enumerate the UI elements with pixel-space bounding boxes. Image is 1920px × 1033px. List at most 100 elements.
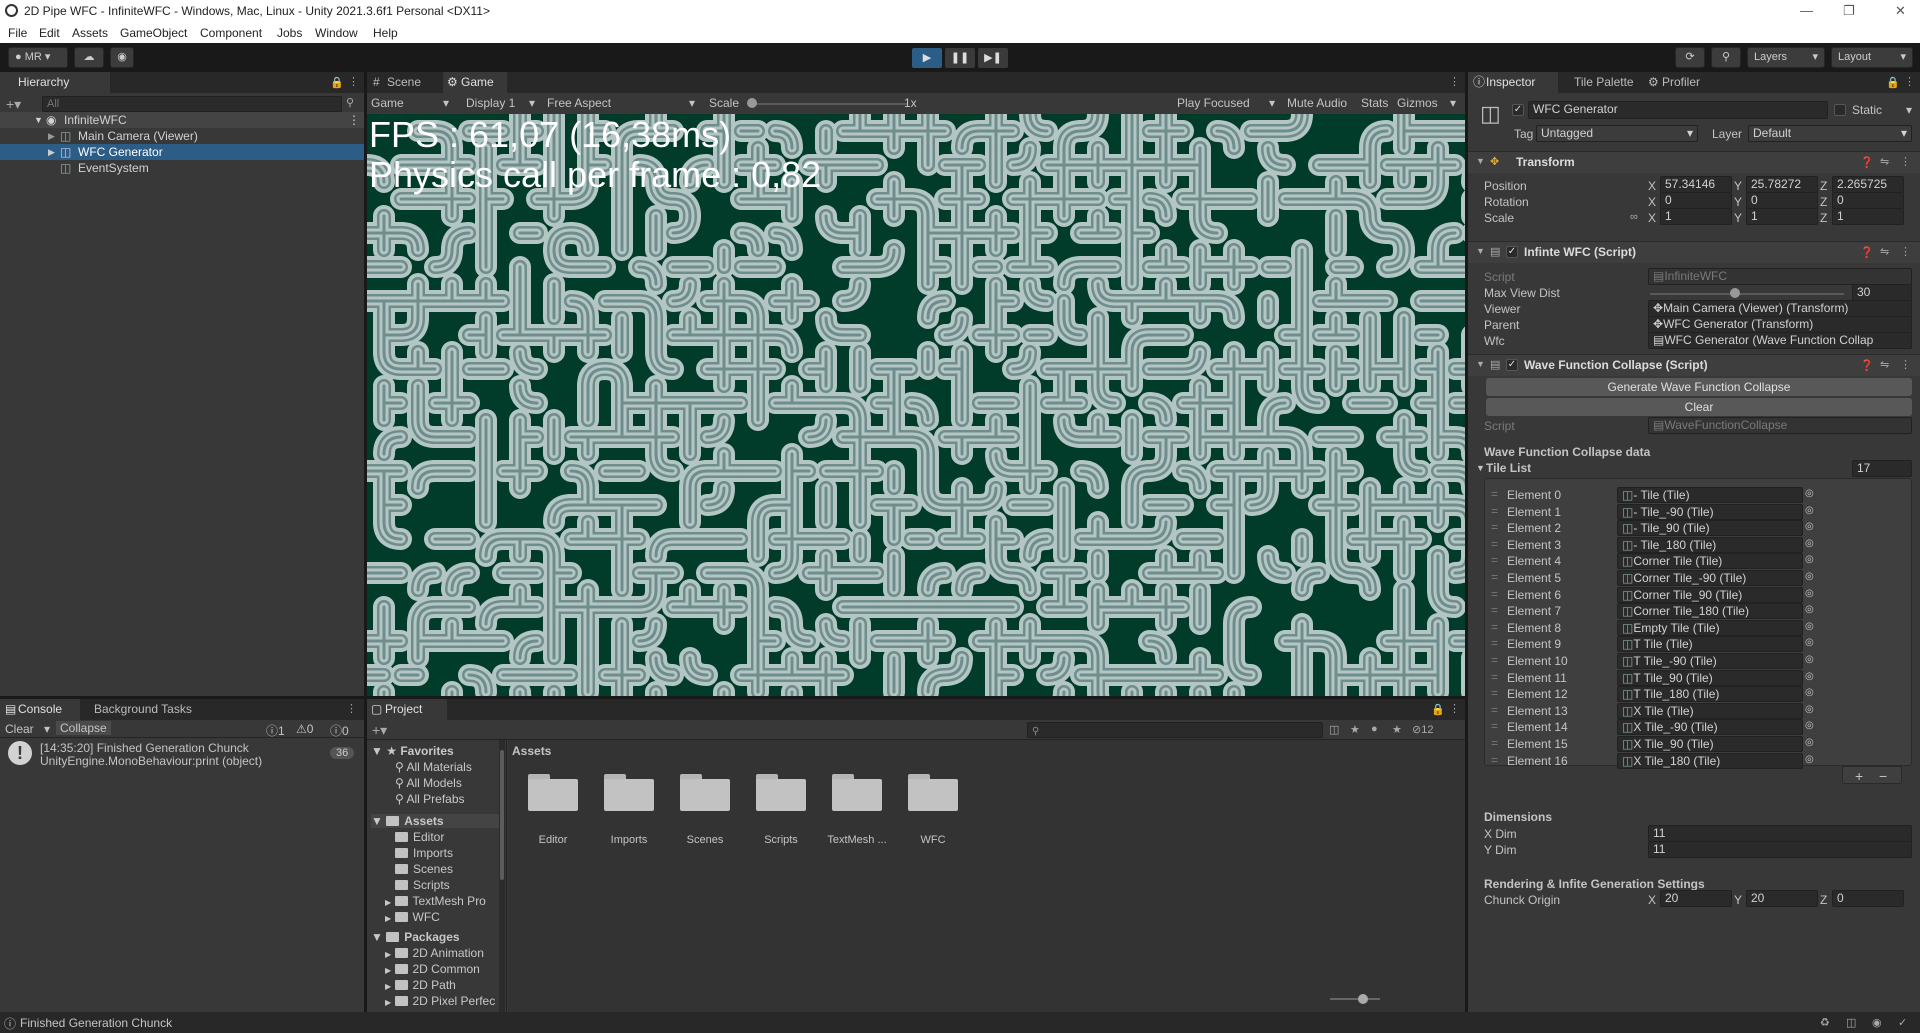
more-icon[interactable]: ⋮ (346, 702, 357, 715)
cloud-icon[interactable]: ☁ (74, 47, 104, 68)
tab-project[interactable]: ▢ Project (367, 699, 447, 720)
zoom-slider-thumb[interactable] (1358, 994, 1368, 1004)
preset-icon[interactable]: ⇋ (1880, 245, 1889, 258)
axis-z-label[interactable]: Z (1820, 893, 1827, 907)
axis-x-label[interactable]: X (1648, 893, 1656, 907)
object-picker-icon[interactable]: ◎ (1805, 621, 1814, 632)
error-count-toggle[interactable]: ⓘ0 (330, 722, 349, 739)
object-picker-icon[interactable]: ◎ (1805, 488, 1814, 499)
account-button[interactable]: ● MR ▾ (8, 47, 68, 68)
more-icon[interactable]: ⋮ (1449, 75, 1460, 88)
chevron-down-icon[interactable]: ▾ (689, 96, 695, 110)
expand-arrow-icon[interactable]: ▶ (385, 998, 391, 1007)
close-icon[interactable]: ✕ (1895, 3, 1906, 19)
object-picker-icon[interactable]: ◎ (1805, 654, 1814, 665)
search-options-icon[interactable]: ⚲ (346, 96, 354, 109)
tree-item[interactable]: ▶ 2D Pixel Perfec (385, 994, 495, 1008)
axis-z-label[interactable]: Z (1820, 211, 1827, 225)
collapse-arrow-icon[interactable]: ▼ (1476, 246, 1485, 256)
tab-inspector[interactable]: ⓘ Inspector (1468, 72, 1558, 93)
collab-icon[interactable]: ◉ (110, 47, 134, 68)
tree-item[interactable]: ▶ 2D Animation (385, 946, 484, 960)
tile-list-element[interactable]: = Element 12 ◫T Tile_180 (Tile) ◎ (1485, 686, 1911, 703)
hierarchy-item[interactable]: ◫ EventSystem (0, 160, 364, 176)
drag-handle-icon[interactable]: = (1491, 703, 1498, 717)
tile-object-field[interactable]: ◫- Tile_180 (Tile) (1617, 536, 1803, 553)
folder-icon[interactable] (604, 770, 654, 811)
tab-tile-palette[interactable]: Tile Palette (1556, 72, 1646, 93)
axis-x-label[interactable]: X (1648, 179, 1656, 193)
tree-packages[interactable]: ▼ Packages (371, 930, 460, 944)
drag-handle-icon[interactable]: = (1491, 670, 1498, 684)
tree-item[interactable]: ⚲ All Materials (395, 760, 472, 774)
scl-z-field[interactable]: 1 (1832, 208, 1904, 225)
search-icon[interactable]: ⚲ (1711, 47, 1741, 68)
project-search-input[interactable]: ⚲ (1027, 722, 1323, 738)
tile-list-element[interactable]: = Element 15 ◫X Tile_90 (Tile) ◎ (1485, 736, 1911, 752)
expand-arrow-icon[interactable]: ▶ (385, 914, 391, 923)
axis-y-label[interactable]: Y (1734, 211, 1742, 225)
more-icon[interactable]: ⋮ (348, 75, 359, 88)
step-button[interactable]: ▶❚ (978, 48, 1008, 68)
more-icon[interactable]: ⋮ (1900, 358, 1911, 371)
tree-item[interactable]: ▶ 2D Common (385, 962, 480, 976)
zoom-slider[interactable] (1330, 998, 1380, 1000)
drag-handle-icon[interactable]: = (1491, 719, 1498, 733)
expand-arrow-icon[interactable]: ▼ (34, 112, 43, 128)
display-dropdown[interactable]: Display 1 (466, 96, 515, 110)
rot-y-field[interactable]: 0 (1746, 192, 1818, 209)
tile-object-field[interactable]: ◫X Tile_-90 (Tile) (1617, 719, 1803, 736)
tree-item[interactable]: Scenes (395, 862, 453, 876)
tile-object-field[interactable]: ◫- Tile_-90 (Tile) (1617, 503, 1803, 520)
chevron-down-icon[interactable]: ▾ (443, 96, 449, 110)
tab-scene[interactable]: # Scene (369, 72, 439, 93)
tile-list-element[interactable]: = Element 10 ◫T Tile_-90 (Tile) ◎ (1485, 653, 1911, 669)
drag-handle-icon[interactable]: = (1491, 636, 1498, 650)
object-picker-icon[interactable]: ◎ (1805, 737, 1814, 748)
layer-dropdown[interactable]: Default ▾ (1748, 125, 1912, 142)
link-icon[interactable]: ∞ (1630, 211, 1638, 223)
play-focused-dropdown[interactable]: Play Focused (1177, 96, 1250, 110)
help-icon[interactable]: ❓ (1860, 359, 1874, 372)
drag-handle-icon[interactable]: = (1491, 686, 1498, 700)
max-view-dist-slider[interactable] (1650, 293, 1844, 295)
menu-window[interactable]: Window (315, 26, 358, 40)
search-by-type-icon[interactable]: ◫ (1329, 723, 1339, 736)
scl-x-field[interactable]: 1 (1660, 208, 1732, 225)
folder-icon[interactable] (756, 770, 806, 811)
object-picker-icon[interactable]: ◎ (1805, 671, 1814, 682)
component-enabled-checkbox[interactable]: ✓ (1506, 359, 1518, 371)
add-element-button[interactable]: + (1855, 768, 1863, 784)
expand-arrow-icon[interactable]: ▶ (48, 144, 55, 160)
remove-element-button[interactable]: − (1879, 768, 1887, 784)
layers-dropdown[interactable]: Layers ▾ (1747, 47, 1825, 68)
tile-object-field[interactable]: ◫Corner Tile_180 (Tile) (1617, 603, 1803, 620)
rot-z-field[interactable]: 0 (1832, 192, 1904, 209)
tile-object-field[interactable]: ◫- Tile (Tile) (1617, 487, 1803, 503)
tile-object-field[interactable]: ◫X Tile_180 (Tile) (1617, 752, 1803, 769)
tile-object-field[interactable]: ◫Corner Tile (Tile) (1617, 553, 1803, 570)
tag-dropdown[interactable]: Untagged ▾ (1536, 125, 1698, 142)
gizmos-toggle[interactable]: Gizmos (1397, 96, 1438, 110)
chevron-down-icon[interactable]: ▾ (44, 722, 50, 736)
game-dropdown[interactable]: Game (371, 96, 404, 110)
max-view-dist-thumb[interactable] (1730, 288, 1740, 298)
tile-object-field[interactable]: ◫T Tile_90 (Tile) (1617, 669, 1803, 686)
drag-handle-icon[interactable]: = (1491, 653, 1498, 667)
menu-jobs[interactable]: Jobs (277, 26, 302, 40)
help-icon[interactable]: ❓ (1860, 246, 1874, 259)
tile-list-element[interactable]: = Element 6 ◫Corner Tile_90 (Tile) ◎ (1485, 586, 1911, 603)
infinite-wfc-header[interactable]: ▼ ▤ ✓ Infinte WFC (Script) ❓ ⇋ ⋮ (1468, 241, 1920, 263)
scene-menu-icon[interactable]: ⋮ (348, 112, 360, 128)
object-picker-icon[interactable]: ◎ (1805, 720, 1814, 731)
folder-icon[interactable] (680, 770, 730, 811)
tile-object-field[interactable]: ◫T Tile (Tile) (1617, 636, 1803, 653)
tile-list-element[interactable]: = Element 5 ◫Corner Tile_-90 (Tile) ◎ (1485, 570, 1911, 586)
more-icon[interactable]: ⋮ (1449, 702, 1460, 715)
bug-icon[interactable]: ♻ (1820, 1016, 1830, 1029)
play-button[interactable]: ▶ (912, 48, 942, 68)
pos-y-field[interactable]: 25.78272 (1746, 176, 1818, 193)
pos-x-field[interactable]: 57.34146 (1660, 176, 1732, 193)
history-icon[interactable]: ⟳ (1675, 47, 1705, 68)
tree-item[interactable]: Editor (395, 830, 444, 844)
